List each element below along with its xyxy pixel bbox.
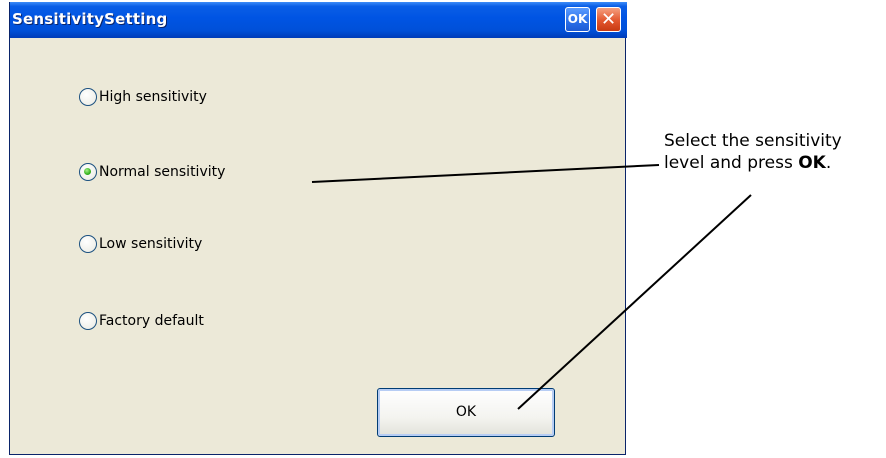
sensitivity-setting-dialog: SensitivitySetting OK ✕ High sensitivity… — [9, 2, 627, 455]
radio-button-selected-icon[interactable] — [79, 163, 97, 181]
radio-button-icon[interactable] — [79, 312, 97, 330]
callout-line-2: level and press OK. — [664, 152, 842, 174]
radio-label: High sensitivity — [99, 89, 207, 105]
callout-line-1: Select the sensitivity — [664, 131, 842, 151]
close-button[interactable]: ✕ — [596, 7, 621, 32]
callout-text: level and press — [664, 153, 799, 173]
titlebar-ok-button[interactable]: OK — [565, 7, 590, 32]
callout-annotation: Select the sensitivity level and press O… — [664, 130, 842, 174]
radio-button-icon[interactable] — [79, 235, 97, 253]
callout-period: . — [825, 153, 832, 173]
radio-label: Factory default — [99, 313, 204, 329]
radio-button-icon[interactable] — [79, 88, 97, 106]
title-bar[interactable]: SensitivitySetting OK ✕ — [10, 2, 627, 38]
radio-high-sensitivity[interactable]: High sensitivity — [79, 88, 207, 106]
radio-normal-sensitivity[interactable]: Normal sensitivity — [79, 163, 225, 181]
radio-factory-default[interactable]: Factory default — [79, 312, 204, 330]
radio-low-sensitivity[interactable]: Low sensitivity — [79, 235, 202, 253]
callout-ok-emphasis: OK — [798, 153, 826, 173]
window-title: SensitivitySetting — [12, 10, 168, 28]
ok-button[interactable]: OK — [377, 388, 555, 437]
radio-label: Normal sensitivity — [99, 164, 226, 180]
close-icon: ✕ — [600, 9, 617, 30]
radio-label: Low sensitivity — [99, 236, 203, 252]
radio-selected-dot — [84, 168, 91, 175]
